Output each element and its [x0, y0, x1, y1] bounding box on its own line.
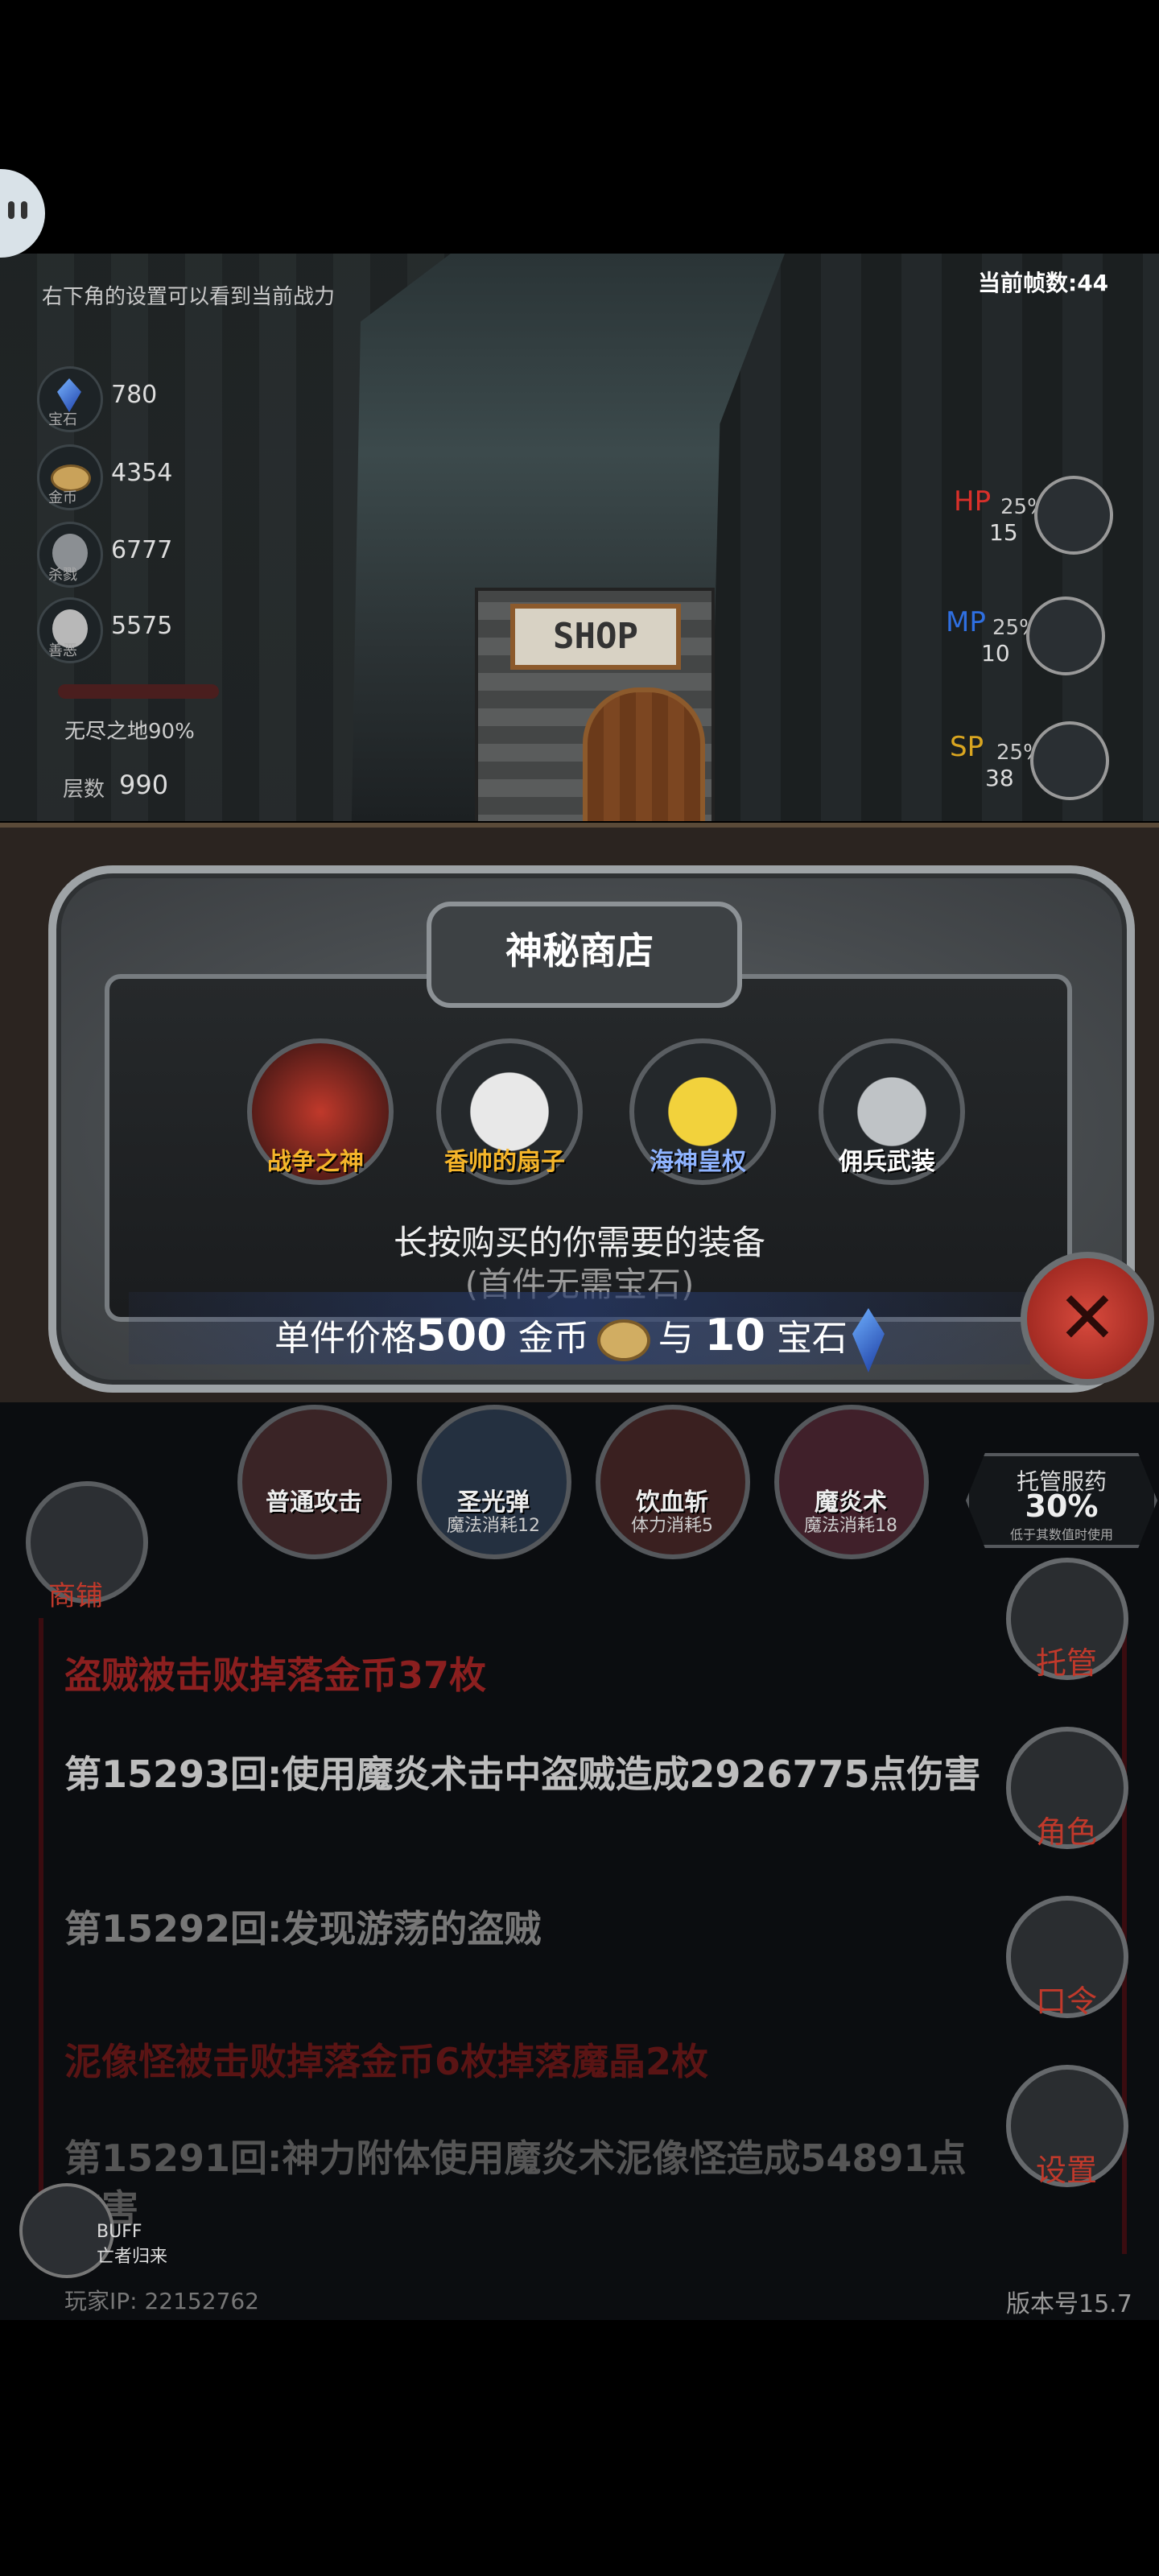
price-prefix: 单件价格	[274, 1318, 417, 1359]
fps-counter: 当前帧数:44	[978, 270, 1109, 296]
depth-progress	[58, 684, 219, 699]
price-and: 与	[658, 1318, 694, 1359]
item-name: 香帅的扇子	[444, 1148, 565, 1176]
skill-cost: 体力消耗5	[631, 1516, 713, 1536]
mp-bar[interactable]: MP 25% 10	[946, 597, 1105, 688]
auto-percent: 30%	[1025, 1488, 1099, 1524]
stat-icon-label: 金币	[48, 489, 77, 506]
price-line: 单件价格500 金币 与 10 宝石	[0, 1308, 1159, 1373]
log-entry: 第15291回:神力附体使用魔炎术泥像怪造成54891点伤害	[64, 2136, 967, 2230]
buff-title: BUFF	[97, 2222, 142, 2242]
side-button-label: 设置	[1035, 2153, 1097, 2188]
stat-value: 780	[111, 381, 158, 409]
skill-cost: 魔法消耗12	[447, 1516, 540, 1536]
sp-label: SP	[950, 731, 984, 763]
mp-potion-count: 10	[981, 640, 1010, 667]
skill-normal-attack[interactable]: 普通攻击	[237, 1405, 392, 1559]
avatar-eye	[8, 201, 14, 219]
skill-blood-slash[interactable]: 饮血斩 体力消耗5	[596, 1405, 750, 1559]
shop-item-fan[interactable]: 香帅的扇子	[428, 1038, 583, 1191]
version: 版本号15.7	[1006, 2290, 1132, 2318]
auto-potion-toggle[interactable]: 托管服药 30% 低于其数值时使用	[966, 1453, 1157, 1548]
gem-icon	[852, 1308, 885, 1373]
item-name: 佣兵武装	[839, 1148, 935, 1176]
coin-icon	[596, 1319, 650, 1361]
stat-icon-label: 善恶	[48, 642, 77, 659]
item-name: 战争之神	[267, 1148, 364, 1176]
buff-label: BUFF 亡者归来	[97, 2222, 167, 2268]
mp-label: MP	[946, 606, 986, 638]
tip-text: 右下角的设置可以看到当前战力	[42, 285, 336, 309]
hp-potion-count: 15	[989, 519, 1018, 546]
hp-potion-icon	[1034, 476, 1113, 555]
price-gold-unit: 金币	[518, 1318, 589, 1359]
avatar-eye	[21, 201, 27, 219]
skill-magic-flame[interactable]: 魔炎术 魔法消耗18	[774, 1405, 929, 1559]
stat-icon-label: 宝石	[48, 411, 77, 428]
shop-sign: SHOP	[510, 604, 681, 670]
log-entry: 泥像怪被击败掉落金币6枚掉落魔晶2枚	[64, 2040, 709, 2083]
hp-bar[interactable]: HP 25% 15	[954, 476, 1113, 568]
mp-potion-icon	[1026, 597, 1105, 675]
price-gold: 500	[416, 1310, 507, 1360]
sp-food-count: 38	[985, 765, 1014, 791]
log-entry: 盗贼被击败掉落金币37枚	[64, 1653, 487, 1697]
sp-bar[interactable]: SP 25% 38	[950, 721, 1109, 813]
price-gem-unit: 宝石	[776, 1318, 848, 1359]
log-entry: 第15293回:使用魔炎术击中盗贼造成2926775点伤害	[64, 1752, 981, 1796]
close-button[interactable]: ✕	[1021, 1252, 1154, 1385]
shop-item-mercenary-armor[interactable]: 佣兵武装	[810, 1038, 965, 1191]
sp-food-icon	[1030, 721, 1109, 800]
dialog-title: 神秘商店	[505, 929, 654, 972]
item-name: 海神皇权	[650, 1148, 746, 1176]
stat-value: 6777	[111, 536, 173, 564]
shop-item-sea-god-scepter[interactable]: 海神皇权	[621, 1038, 776, 1191]
stat-value: 5575	[111, 612, 173, 640]
buff-sub: 亡者归来	[97, 2247, 168, 2267]
skill-holy-bullet[interactable]: 圣光弹 魔法消耗12	[417, 1405, 571, 1559]
layer-label: 层数	[63, 778, 105, 802]
skill-name: 普通攻击	[266, 1488, 362, 1517]
stat-kills: 杀戮 6777	[34, 522, 243, 588]
side-button-label: 角色	[1035, 1814, 1097, 1850]
close-icon: ✕	[1057, 1276, 1118, 1360]
stat-value: 4354	[111, 459, 173, 487]
hp-label: HP	[954, 485, 992, 518]
skill-cost: 魔法消耗18	[804, 1516, 897, 1536]
stat-coin: 金币 4354	[34, 444, 243, 510]
shop-button-label: 商铺	[48, 1580, 103, 1612]
shop-building[interactable]: SHOP	[475, 588, 715, 821]
side-button-label: 口令	[1035, 1984, 1097, 2019]
depth-label: 无尽之地90%	[64, 720, 195, 744]
stat-karma: 善恶 5575	[34, 597, 243, 663]
shop-door	[583, 687, 705, 821]
stat-gem: 宝石 780	[34, 366, 243, 432]
side-button-label: 托管	[1035, 1645, 1097, 1681]
layer-value: 990	[119, 770, 169, 800]
shop-item-war-god[interactable]: 战争之神	[239, 1038, 394, 1191]
auto-sub: 低于其数值时使用	[1009, 1527, 1113, 1542]
price-gem: 10	[704, 1310, 765, 1360]
stat-icon-label: 杀戮	[48, 567, 77, 584]
player-avatar[interactable]	[0, 169, 45, 258]
log-entry: 第15292回:发现游荡的盗贼	[64, 1907, 542, 1951]
player-ip: 玩家IP: 22152762	[64, 2288, 259, 2314]
